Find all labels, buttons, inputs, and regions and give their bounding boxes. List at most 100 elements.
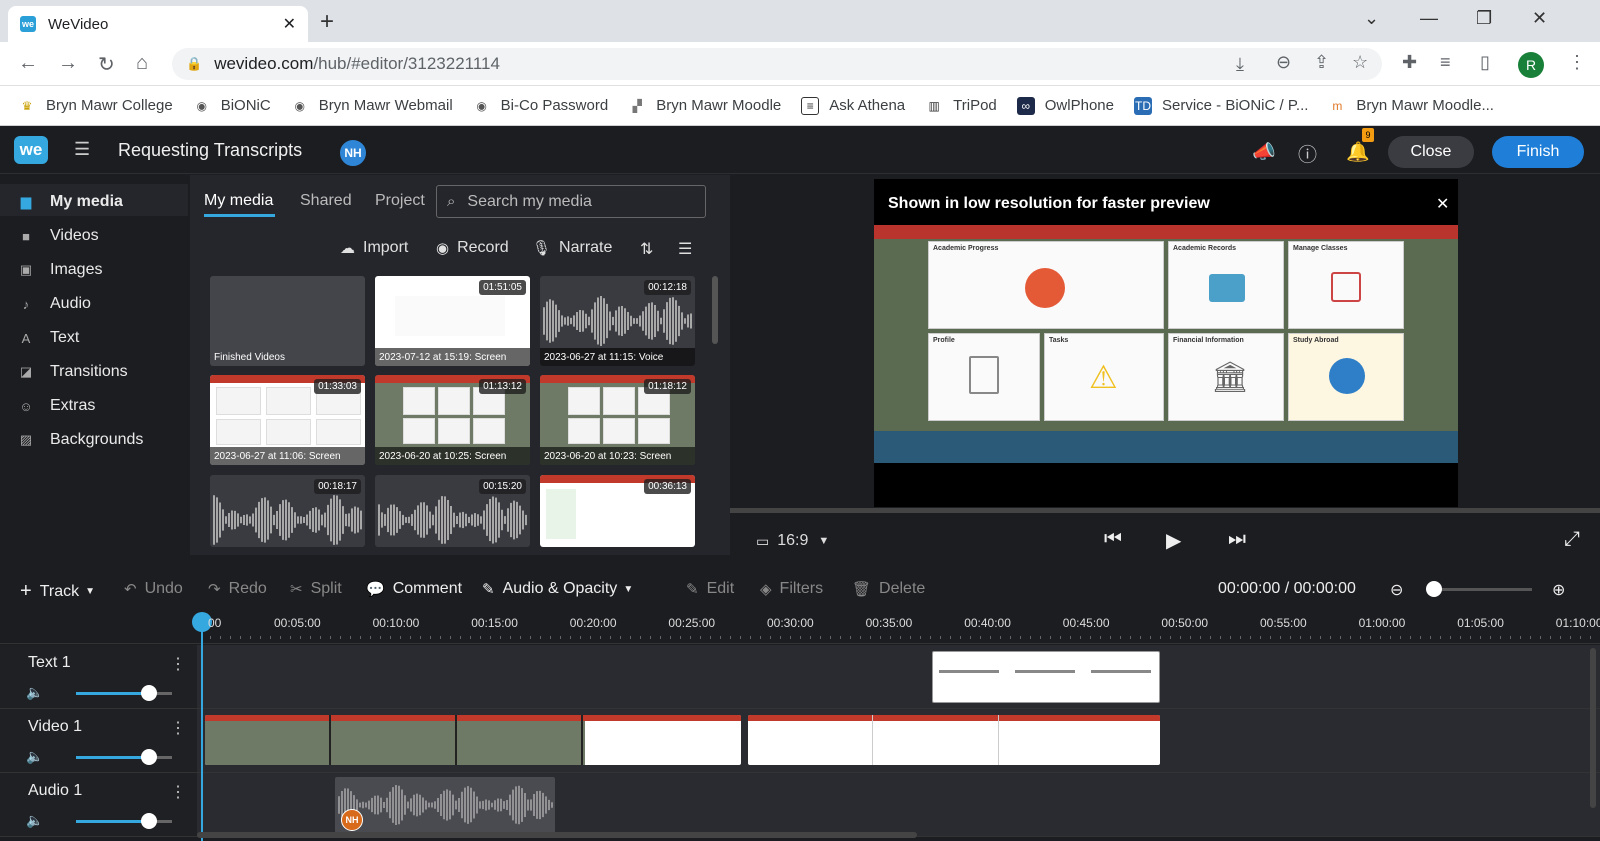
volume-slider-handle[interactable] [141, 685, 157, 701]
bookmark-item[interactable]: TD Service - BiONiC / P... [1133, 96, 1308, 115]
window-close-icon[interactable]: ✕ [1532, 8, 1547, 29]
edit-button[interactable]: ✎ Edit [686, 580, 734, 598]
speaker-icon[interactable]: 🔈 [26, 684, 43, 701]
undo-button[interactable]: ↶ Undo [124, 580, 183, 598]
media-thumb[interactable]: 01:18:12 2023-06-20 at 10:23: Screen [540, 375, 695, 465]
track-menu-icon[interactable]: ⋮ [170, 654, 186, 674]
skip-forward-icon[interactable]: ⏭ [1228, 528, 1246, 551]
media-scrollbar[interactable] [712, 276, 718, 344]
media-thumb[interactable]: 01:33:03 2023-06-27 at 11:06: Screen [210, 375, 365, 465]
redo-button[interactable]: ↷ Redo [208, 580, 267, 598]
zoom-icon[interactable]: ⊖ [1276, 52, 1291, 73]
nav-item-backgrounds[interactable]: ▨ Backgrounds [18, 431, 144, 449]
skip-back-icon[interactable]: ⏮ [1104, 528, 1122, 551]
nav-item-images[interactable]: ▣ Images [18, 261, 103, 279]
forward-icon[interactable]: → [58, 52, 78, 75]
bookmark-item[interactable]: m Bryn Mawr Moodle... [1328, 97, 1494, 115]
speaker-icon[interactable]: 🔈 [26, 812, 43, 829]
aspect-ratio-select[interactable]: ▭ 16:9 ▼ [756, 532, 829, 550]
timeline-vertical-scrollbar[interactable] [1590, 648, 1596, 808]
nav-item-my-media[interactable]: ▆ My media [18, 193, 123, 211]
import-button[interactable]: ☁ Import [340, 239, 408, 257]
nav-item-videos[interactable]: ■ Videos [18, 227, 99, 245]
nav-item-extras[interactable]: ☺ Extras [18, 397, 95, 415]
narrate-button[interactable]: 🎙 Narrate [532, 239, 612, 257]
record-button[interactable]: ◉ Record [436, 239, 509, 257]
delete-button[interactable]: 🗑 Delete [852, 580, 925, 598]
video-clip[interactable] [205, 715, 741, 765]
track-menu-icon[interactable]: ⋮ [170, 718, 186, 738]
volume-slider-handle[interactable] [141, 749, 157, 765]
preview-message-close-icon[interactable]: ✕ [1436, 194, 1449, 214]
home-icon[interactable]: ⌂ [136, 52, 148, 75]
bookmark-star-icon[interactable]: ☆ [1352, 52, 1368, 73]
bookmark-item[interactable]: ≡ Ask Athena [801, 96, 905, 115]
bell-icon[interactable]: 🔔 [1346, 140, 1370, 164]
play-icon[interactable]: ▶ [1166, 528, 1181, 553]
timeline-horizontal-scrollbar[interactable] [197, 832, 917, 838]
preview-progress-bar[interactable] [730, 508, 1600, 513]
zoom-slider-handle[interactable] [1426, 581, 1442, 597]
media-control-icon[interactable]: ≡ [1440, 52, 1451, 73]
hamburger-menu-icon[interactable]: ☰ [74, 139, 90, 160]
timeline-zoom-slider[interactable] [1432, 588, 1532, 591]
media-thumb[interactable]: 00:18:17 [210, 475, 365, 547]
tab-close-icon[interactable]: ✕ [283, 14, 296, 34]
share-icon[interactable]: ⇪ [1314, 52, 1329, 73]
back-icon[interactable]: ← [18, 52, 38, 75]
split-button[interactable]: ✂ Split [290, 580, 342, 598]
media-thumb[interactable]: 01:13:12 2023-06-20 at 10:25: Screen [375, 375, 530, 465]
zoom-in-icon[interactable]: ⊕ [1552, 580, 1565, 600]
track-menu-icon[interactable]: ⋮ [170, 782, 186, 802]
sort-icon[interactable]: ⇅ [640, 239, 653, 259]
filter-icon[interactable]: ☰ [678, 239, 692, 259]
track-name[interactable]: Video 1 [28, 718, 82, 736]
tab-shared[interactable]: Shared [300, 192, 352, 210]
nav-item-transitions[interactable]: ◪ Transitions [18, 363, 128, 381]
restore-icon[interactable]: ❐ [1476, 8, 1492, 29]
announcements-icon[interactable]: 📣 [1252, 140, 1276, 164]
add-track-button[interactable]: + Track ▼ [20, 580, 95, 603]
volume-slider-handle[interactable] [141, 813, 157, 829]
new-tab-button[interactable]: + [320, 8, 334, 36]
bookmark-item[interactable]: ◉ Bi-Co Password [473, 97, 608, 115]
track-name[interactable]: Text 1 [28, 654, 71, 672]
tab-my-media[interactable]: My media [204, 192, 273, 210]
reload-icon[interactable]: ↻ [98, 52, 115, 77]
finish-button[interactable]: Finish [1492, 136, 1584, 168]
media-folder[interactable]: Finished Videos [210, 276, 365, 366]
side-panel-icon[interactable]: ▯ [1480, 52, 1490, 73]
media-thumb[interactable]: 00:12:18 2023-06-27 at 11:15: Voice [540, 276, 695, 366]
browser-tab[interactable]: we WeVideo ✕ [8, 6, 308, 42]
media-thumb[interactable]: 00:15:20 [375, 475, 530, 547]
playhead-line[interactable] [201, 620, 203, 841]
help-icon[interactable]: ⓘ [1298, 140, 1317, 167]
zoom-out-icon[interactable]: ⊖ [1390, 580, 1403, 600]
project-title[interactable]: Requesting Transcripts [118, 140, 302, 161]
nav-item-audio[interactable]: ♪ Audio [18, 295, 91, 313]
minimize-icon[interactable]: — [1420, 8, 1438, 29]
close-button[interactable]: Close [1388, 136, 1474, 168]
fullscreen-icon[interactable]: ⤢ [1564, 528, 1580, 551]
nav-item-text[interactable]: A Text [18, 329, 80, 347]
bookmark-item[interactable]: ∞ OwlPhone [1016, 96, 1114, 115]
speaker-icon[interactable]: 🔈 [26, 748, 43, 765]
extensions-icon[interactable]: ✚ [1402, 52, 1417, 73]
comment-button[interactable]: 💬 Comment [366, 580, 462, 598]
media-thumb[interactable]: 01:51:05 2023-07-12 at 15:19: Screen [375, 276, 530, 366]
url-bar[interactable]: 🔒 wevideo.com/hub/#editor/3123221114 [172, 48, 1382, 80]
install-icon[interactable]: ⤓ [1236, 54, 1244, 75]
track-name[interactable]: Audio 1 [28, 782, 82, 800]
track-row-text[interactable] [197, 645, 1600, 709]
audio-opacity-button[interactable]: ✎ Audio & Opacity ▼ [482, 580, 633, 598]
media-thumb[interactable]: 00:36:13 [540, 475, 695, 547]
tab-project[interactable]: Project [375, 192, 425, 210]
bookmark-item[interactable]: ▞ Bryn Mawr Moodle [628, 97, 782, 115]
text-clip[interactable] [932, 651, 1160, 703]
bookmark-item[interactable]: ▥ TriPod [925, 97, 996, 115]
filters-button[interactable]: ◈ Filters [760, 580, 823, 598]
bookmark-item[interactable]: ◉ Bryn Mawr Webmail [291, 97, 452, 115]
search-media-input[interactable]: ⌕ Search my media [436, 185, 706, 218]
bookmark-item[interactable]: ♛ Bryn Mawr College [18, 97, 173, 115]
tab-search-icon[interactable]: ⌄ [1364, 8, 1379, 29]
